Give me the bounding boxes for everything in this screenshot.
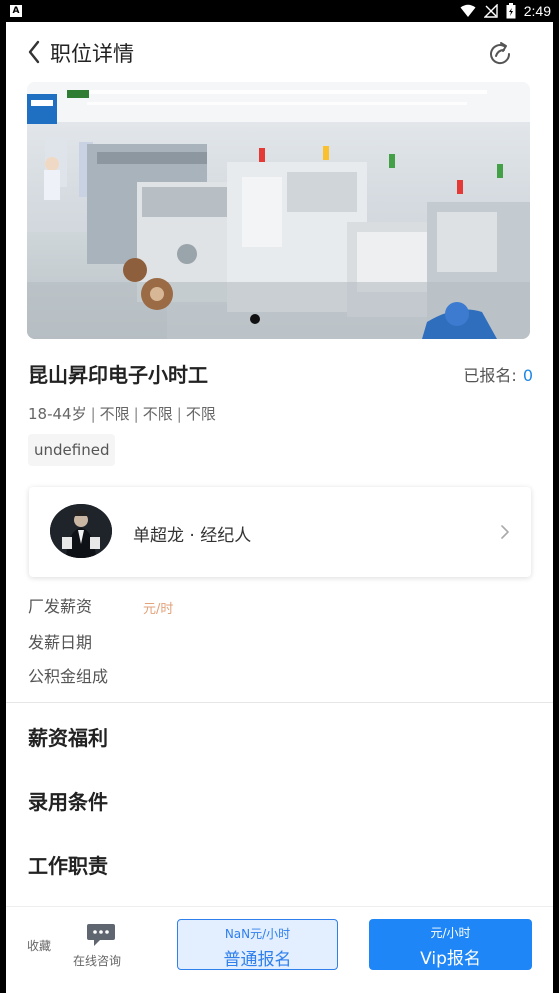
- separator: |: [90, 405, 96, 423]
- page-title: 职位详情: [50, 42, 134, 66]
- vip-signup-button[interactable]: 元/小时 Vip报名: [369, 919, 532, 970]
- chat-icon[interactable]: [86, 922, 116, 948]
- age-range: 18-44岁: [28, 405, 87, 423]
- app-notification-icon: A: [10, 5, 22, 17]
- salary-label: 厂发薪资: [28, 597, 93, 616]
- clock: 2:49: [523, 3, 551, 19]
- chevron-right-icon: [501, 525, 509, 539]
- separator: |: [133, 405, 139, 423]
- agent-card[interactable]: 单超龙 · 经纪人: [29, 487, 531, 577]
- battery-icon: [506, 3, 516, 19]
- agent-avatar: [50, 504, 112, 558]
- back-arrow-icon[interactable]: [24, 38, 48, 66]
- requirement-item: 不限: [142, 405, 173, 423]
- salary-unit: 元/时: [143, 602, 174, 617]
- bottom-action-bar: 收藏 在线咨询 NaN元/小时 普通报名 元/小时 Vip报名: [6, 906, 553, 993]
- separator: |: [176, 405, 182, 423]
- share-icon[interactable]: [487, 41, 513, 67]
- status-icons: 2:49: [460, 0, 551, 22]
- section-conditions: 录用条件: [28, 790, 108, 814]
- status-bar: A 2:49: [0, 0, 559, 22]
- vip-signup-label: Vip报名: [420, 949, 481, 969]
- requirement-tags: 18-44岁 | 不限 | 不限 | 不限: [28, 403, 216, 424]
- payday-label: 发薪日期: [28, 633, 93, 652]
- job-detail-page: 职位详情 昆山昇印电子小时工 已报名: 0 18-44岁 | 不限 | 不限 |…: [6, 22, 553, 993]
- factory-banner-image[interactable]: [27, 82, 530, 339]
- section-benefits: 薪资福利: [28, 726, 108, 750]
- signup-label: 已报名:: [463, 366, 517, 385]
- requirement-item: 不限: [99, 405, 130, 423]
- wifi-icon: [460, 4, 476, 17]
- navbar: 职位详情: [6, 22, 553, 82]
- housing-fund-label: 公积金组成: [28, 667, 109, 686]
- collect-button[interactable]: 收藏: [27, 937, 51, 954]
- signup-count-value: 0: [522, 366, 533, 385]
- job-tag-chip: undefined: [28, 434, 116, 466]
- requirement-item: 不限: [185, 405, 216, 423]
- vip-signup-price: 元/小时: [430, 926, 471, 940]
- normal-signup-price: NaN元/小时: [224, 927, 291, 941]
- section-duties: 工作职责: [28, 854, 108, 878]
- signal-off-icon: [483, 4, 498, 18]
- online-consult-label[interactable]: 在线咨询: [73, 952, 121, 969]
- normal-signup-button[interactable]: NaN元/小时 普通报名: [177, 919, 338, 970]
- factory-photo: [27, 82, 530, 339]
- agent-name: 单超龙 · 经纪人: [133, 526, 252, 546]
- normal-signup-label: 普通报名: [223, 950, 292, 970]
- job-title: 昆山昇印电子小时工: [28, 363, 208, 387]
- signup-count: 已报名: 0: [463, 362, 533, 386]
- divider: [6, 702, 553, 703]
- carousel-indicator: [250, 314, 260, 324]
